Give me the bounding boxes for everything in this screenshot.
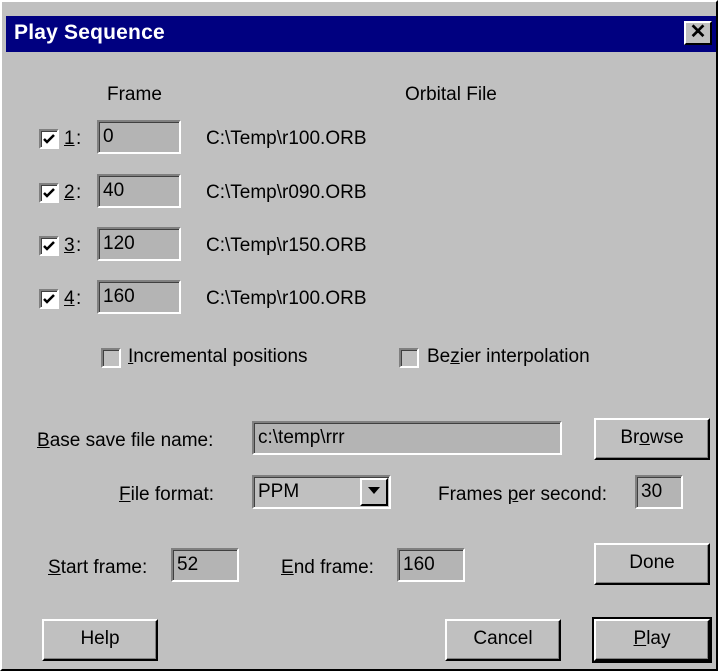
cancel-button[interactable]: Cancel (445, 619, 561, 661)
checkmark-icon (43, 134, 55, 144)
row-3-frame-input[interactable]: 120 (97, 227, 181, 261)
row-2-orbital-file: C:\Temp\r090.ORB (206, 182, 367, 203)
frames-per-second-input[interactable]: 30 (635, 475, 683, 509)
end-frame-label: End frame: (281, 557, 374, 578)
row-1-frame-input[interactable]: 0 (97, 120, 181, 154)
file-format-label: File format: (119, 484, 215, 505)
base-save-file-name-input[interactable]: c:\temp\rrr (252, 421, 562, 455)
close-button[interactable]: ✕ (684, 21, 712, 45)
file-format-value: PPM (258, 481, 300, 502)
checkmark-icon (43, 294, 55, 304)
row-4-number: 4 (64, 288, 75, 309)
row-4-orbital-file: C:\Temp\r100.ORB (206, 288, 367, 309)
row-1-checkbox[interactable] (39, 129, 59, 149)
start-frame-label: Start frame: (48, 557, 148, 578)
row-3-orbital-file: C:\Temp\r150.ORB (206, 235, 367, 256)
orbital-file-column-header: Orbital File (405, 84, 497, 105)
title-bar: Play Sequence ✕ (6, 16, 716, 52)
play-sequence-dialog: Play Sequence ✕ Frame Orbital File 1: 0 … (0, 0, 718, 671)
end-frame-input[interactable]: 160 (397, 548, 465, 582)
base-save-file-name-label: Base save file name: (37, 430, 214, 451)
close-icon: ✕ (689, 21, 707, 43)
row-3-checkbox[interactable] (39, 236, 59, 256)
row-3-number: 3 (64, 235, 75, 256)
incremental-positions-checkbox[interactable] (101, 348, 121, 368)
window-title: Play Sequence (14, 21, 165, 44)
row-4-frame-input[interactable]: 160 (97, 280, 181, 314)
row-2-number: 2 (64, 182, 75, 203)
row-1-number: 1 (64, 128, 75, 149)
help-button[interactable]: Help (42, 619, 158, 661)
play-button[interactable]: Play (592, 617, 712, 663)
bezier-interpolation-label[interactable]: Bezier interpolation (427, 346, 590, 368)
row-2-frame-input[interactable]: 40 (97, 174, 181, 208)
start-frame-input[interactable]: 52 (171, 548, 239, 582)
frame-column-header: Frame (107, 84, 162, 105)
chevron-down-icon (368, 487, 380, 494)
row-4-checkbox[interactable] (39, 289, 59, 309)
browse-button[interactable]: Browse (594, 418, 710, 460)
bezier-interpolation-checkbox[interactable] (399, 348, 419, 368)
checkmark-icon (43, 241, 55, 251)
file-format-dropdown-button[interactable] (360, 478, 388, 506)
incremental-positions-label[interactable]: Incremental positions (128, 346, 308, 368)
frames-per-second-label: Frames per second: (438, 484, 607, 505)
checkmark-icon (43, 188, 55, 198)
done-button[interactable]: Done (594, 543, 710, 585)
row-2-checkbox[interactable] (39, 183, 59, 203)
row-1-orbital-file: C:\Temp\r100.ORB (206, 128, 367, 149)
